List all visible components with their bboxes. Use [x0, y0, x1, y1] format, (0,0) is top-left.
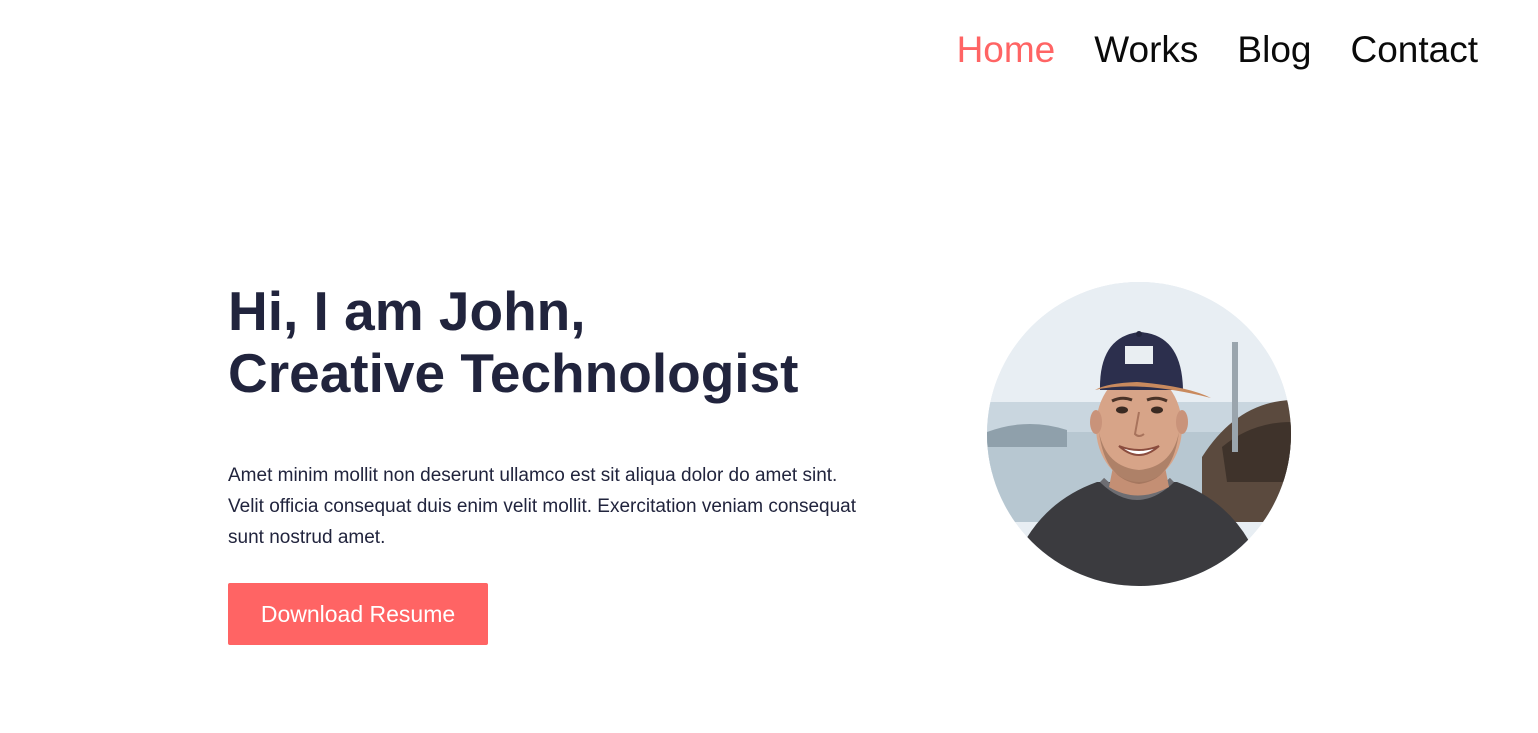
nav-home-link[interactable]: Home: [957, 28, 1056, 72]
hero-title-line2: Creative Technologist: [228, 342, 799, 404]
nav-contact-link[interactable]: Contact: [1350, 28, 1478, 72]
download-resume-button[interactable]: Download Resume: [228, 583, 488, 645]
nav-works-link[interactable]: Works: [1094, 28, 1198, 72]
nav-blog-link[interactable]: Blog: [1237, 28, 1311, 72]
hero-section: Hi, I am John, Creative Technologist Ame…: [228, 280, 868, 645]
page: Home Works Blog Contact Hi, I am John, C…: [0, 0, 1538, 733]
hero-title: Hi, I am John, Creative Technologist: [228, 280, 868, 404]
hero-title-line1: Hi, I am John,: [228, 280, 586, 342]
hero-description: Amet minim mollit non deserunt ullamco e…: [228, 465, 857, 548]
top-nav: Home Works Blog Contact: [957, 28, 1478, 72]
profile-avatar: [987, 282, 1291, 586]
